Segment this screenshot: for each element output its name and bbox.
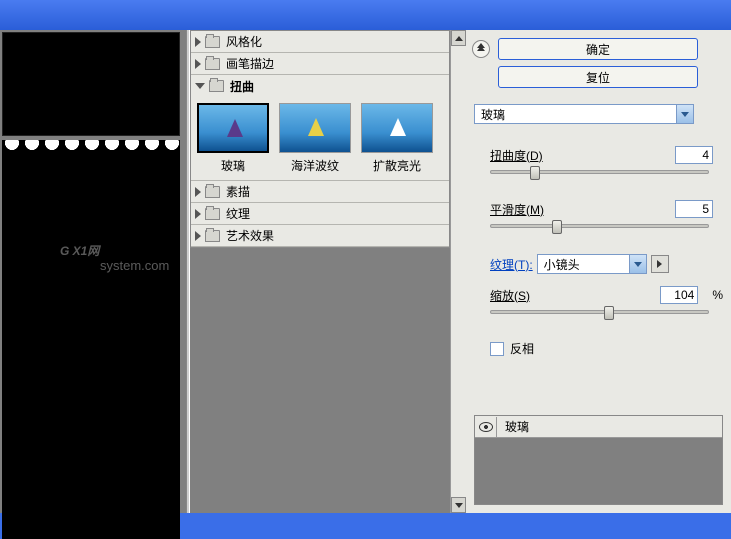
chevron-right-icon	[195, 231, 201, 241]
scroll-down-icon[interactable]	[451, 497, 466, 513]
preview-image[interactable]	[2, 32, 180, 136]
tree-item-stylize[interactable]: 风格化	[191, 31, 449, 53]
tree-label: 扭曲	[230, 78, 254, 95]
button-label: 复位	[586, 69, 610, 86]
tree-scrollbar[interactable]	[450, 30, 466, 513]
collapse-button[interactable]	[472, 40, 490, 58]
distortion-input[interactable]	[675, 146, 713, 164]
tree-label: 艺术效果	[226, 227, 274, 244]
preview-shape-fill	[2, 166, 180, 539]
window-titlebar	[0, 0, 731, 30]
reset-button[interactable]: 复位	[498, 66, 698, 88]
thumb-ocean[interactable]: 海洋波纹	[277, 103, 353, 174]
param-label: 纹理(T):	[490, 256, 533, 273]
distortion-slider[interactable]	[490, 170, 709, 174]
select-value: 小镜头	[544, 256, 580, 273]
chevron-down-icon	[629, 255, 646, 273]
tree-label: 纹理	[226, 205, 250, 222]
scale-slider[interactable]	[490, 310, 709, 314]
folder-icon	[205, 186, 220, 198]
folder-icon	[205, 230, 220, 242]
checkbox-label: 反相	[510, 340, 534, 357]
layer-name: 玻璃	[497, 418, 529, 435]
folder-icon	[205, 36, 220, 48]
tree-item-brush[interactable]: 画笔描边	[191, 53, 449, 75]
param-label: 缩放(S)	[490, 287, 580, 304]
folder-icon	[209, 80, 224, 92]
thumbnail-image	[279, 103, 351, 153]
eye-icon[interactable]	[475, 417, 497, 437]
chevron-right-icon	[195, 187, 201, 197]
smoothness-slider[interactable]	[490, 224, 709, 228]
param-label: 平滑度(M)	[490, 201, 580, 218]
tree-item-artistic[interactable]: 艺术效果	[191, 225, 449, 247]
chevron-down-icon	[195, 83, 205, 89]
param-texture: 纹理(T): 小镜头	[490, 254, 723, 274]
param-distortion: 扭曲度(D)	[490, 146, 723, 174]
tree-item-texture[interactable]: 纹理	[191, 203, 449, 225]
layer-row[interactable]: 玻璃	[475, 416, 722, 438]
tree-item-distort[interactable]: 扭曲	[191, 75, 449, 97]
scroll-up-icon[interactable]	[451, 30, 466, 46]
thumb-diffuse[interactable]: 扩散亮光	[359, 103, 435, 174]
thumb-glass[interactable]: 玻璃	[195, 103, 271, 174]
texture-menu-button[interactable]	[651, 255, 669, 273]
param-label: 扭曲度(D)	[490, 147, 580, 164]
param-smoothness: 平滑度(M)	[490, 200, 723, 228]
scale-input[interactable]	[660, 286, 698, 304]
chevron-right-icon	[195, 209, 201, 219]
preview-panel: G X1网 system.com	[0, 30, 186, 513]
folder-icon	[205, 208, 220, 220]
thumbnail-image	[197, 103, 269, 153]
param-invert: 反相	[490, 340, 723, 357]
texture-select[interactable]: 小镜头	[537, 254, 647, 274]
tree-label: 素描	[226, 183, 250, 200]
tree-label: 风格化	[226, 33, 262, 50]
scroll-track[interactable]	[451, 46, 466, 497]
filter-tree: 风格化 画笔描边 扭曲 玻璃 海洋波纹	[190, 30, 450, 248]
tree-empty-area	[190, 248, 450, 513]
param-scale: 缩放(S) %	[490, 286, 723, 314]
select-value: 玻璃	[481, 106, 505, 123]
button-label: 确定	[586, 41, 610, 58]
ok-button[interactable]: 确定	[498, 38, 698, 60]
settings-panel: 确定 复位 玻璃 扭曲度(D) 平滑度(M) 纹理(T):	[466, 30, 731, 513]
thumbnail-label: 海洋波纹	[277, 157, 353, 174]
thumbnail-image	[361, 103, 433, 153]
filter-tree-panel: 风格化 画笔描边 扭曲 玻璃 海洋波纹	[190, 30, 450, 513]
chevron-right-icon	[195, 37, 201, 47]
smoothness-input[interactable]	[675, 200, 713, 218]
invert-checkbox[interactable]	[490, 342, 504, 356]
tree-label: 画笔描边	[226, 55, 274, 72]
thumbnail-label: 玻璃	[195, 157, 271, 174]
chevron-right-icon	[195, 59, 201, 69]
tree-item-sketch[interactable]: 素描	[191, 181, 449, 203]
unit-label: %	[712, 288, 723, 302]
chevron-down-icon	[676, 105, 693, 123]
folder-icon	[205, 58, 220, 70]
layers-panel: 玻璃	[474, 415, 723, 505]
filter-select[interactable]: 玻璃	[474, 104, 694, 124]
thumbnail-row: 玻璃 海洋波纹 扩散亮光	[191, 97, 449, 181]
thumbnail-label: 扩散亮光	[359, 157, 435, 174]
